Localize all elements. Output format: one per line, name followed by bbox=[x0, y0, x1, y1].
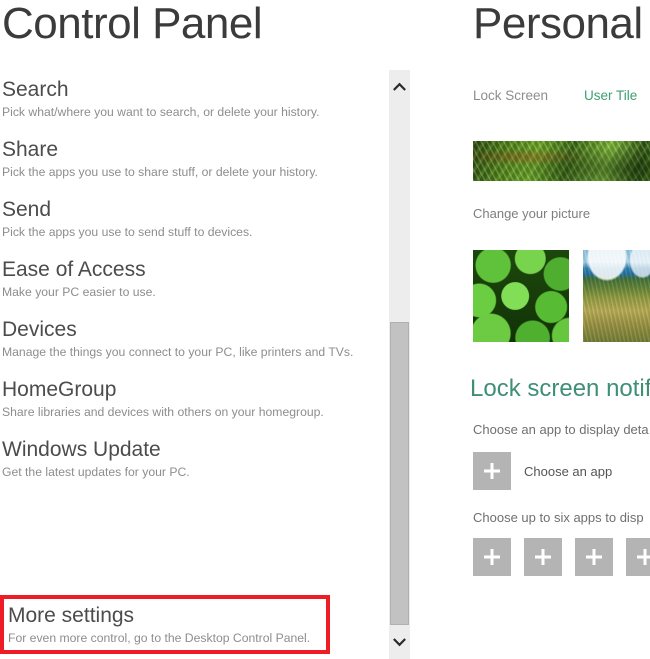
settings-item-title: Share bbox=[2, 138, 59, 161]
settings-item-windows-update[interactable]: Windows Update Get the latest updates fo… bbox=[2, 436, 384, 480]
settings-item-title: Send bbox=[2, 198, 52, 221]
choose-app-detail-label: Choose an app to display deta bbox=[473, 422, 649, 437]
user-tile-preview-image bbox=[473, 141, 650, 181]
settings-item-title: More settings bbox=[8, 604, 135, 627]
settings-item-description: Get the latest updates for your PC. bbox=[2, 465, 190, 479]
picture-thumbnail-list bbox=[473, 250, 650, 342]
vertical-scrollbar[interactable] bbox=[389, 70, 410, 659]
settings-item-title: Devices bbox=[2, 318, 77, 341]
settings-item-ease-of-access[interactable]: Ease of Access Make your PC easier to us… bbox=[2, 256, 384, 300]
choose-an-app-button[interactable] bbox=[473, 452, 511, 490]
scrollbar-thumb[interactable] bbox=[390, 322, 409, 625]
settings-list: Search Pick what/where you want to searc… bbox=[0, 76, 384, 654]
personalize-pane: Personal Lock Screen User Tile Change yo… bbox=[412, 0, 650, 659]
quick-status-slot-2[interactable] bbox=[524, 538, 562, 576]
settings-item-title: Search bbox=[2, 78, 69, 101]
chevron-up-icon bbox=[393, 82, 406, 91]
settings-item-description: Pick the apps you use to share stuff, or… bbox=[2, 165, 318, 179]
settings-item-devices[interactable]: Devices Manage the things you connect to… bbox=[2, 316, 384, 360]
choose-an-app-label: Choose an app bbox=[524, 463, 613, 479]
scroll-down-button[interactable] bbox=[389, 632, 410, 653]
settings-item-share[interactable]: Share Pick the apps you use to share stu… bbox=[2, 136, 384, 180]
settings-item-description: For even more control, go to the Desktop… bbox=[8, 631, 311, 645]
picture-thumb-clover[interactable] bbox=[473, 250, 569, 342]
page-title: Control Panel bbox=[2, 0, 263, 48]
settings-item-description: Share libraries and devices with others … bbox=[2, 405, 324, 419]
personalize-title: Personal bbox=[473, 0, 643, 48]
settings-item-description: Pick the apps you use to send stuff to d… bbox=[2, 225, 253, 239]
settings-item-title: Ease of Access bbox=[2, 258, 146, 281]
settings-item-description: Manage the things you connect to your PC… bbox=[2, 345, 354, 359]
scroll-up-button[interactable] bbox=[389, 76, 410, 97]
lock-screen-notifications-heading: Lock screen notifi bbox=[470, 375, 650, 402]
settings-item-title: HomeGroup bbox=[2, 378, 117, 401]
control-panel-pane: Control Panel Search Pick what/where you… bbox=[0, 0, 412, 659]
settings-item-title: Windows Update bbox=[2, 438, 161, 461]
settings-item-more-settings[interactable]: More settings For even more control, go … bbox=[0, 595, 330, 654]
picture-thumb-coastal-landscape[interactable] bbox=[583, 250, 650, 342]
quick-status-slot-1[interactable] bbox=[473, 538, 511, 576]
personalize-tabs: Lock Screen User Tile bbox=[473, 88, 637, 103]
settings-item-description: Make your PC easier to use. bbox=[2, 285, 156, 299]
choose-app-row: Choose an app bbox=[473, 452, 612, 490]
quick-status-slot-4[interactable] bbox=[626, 538, 650, 576]
settings-item-search[interactable]: Search Pick what/where you want to searc… bbox=[2, 76, 384, 120]
tab-user-tile[interactable]: User Tile bbox=[584, 88, 637, 103]
choose-six-apps-label: Choose up to six apps to disp bbox=[473, 510, 644, 525]
settings-item-homegroup[interactable]: HomeGroup Share libraries and devices wi… bbox=[2, 376, 384, 420]
settings-item-description: Pick what/where you want to search, or d… bbox=[2, 105, 320, 119]
chevron-down-icon bbox=[393, 638, 406, 647]
settings-item-send[interactable]: Send Pick the apps you use to send stuff… bbox=[2, 196, 384, 240]
tab-lock-screen[interactable]: Lock Screen bbox=[473, 88, 548, 103]
change-picture-label: Change your picture bbox=[473, 206, 591, 221]
quick-status-app-row bbox=[473, 538, 650, 576]
quick-status-slot-3[interactable] bbox=[575, 538, 613, 576]
